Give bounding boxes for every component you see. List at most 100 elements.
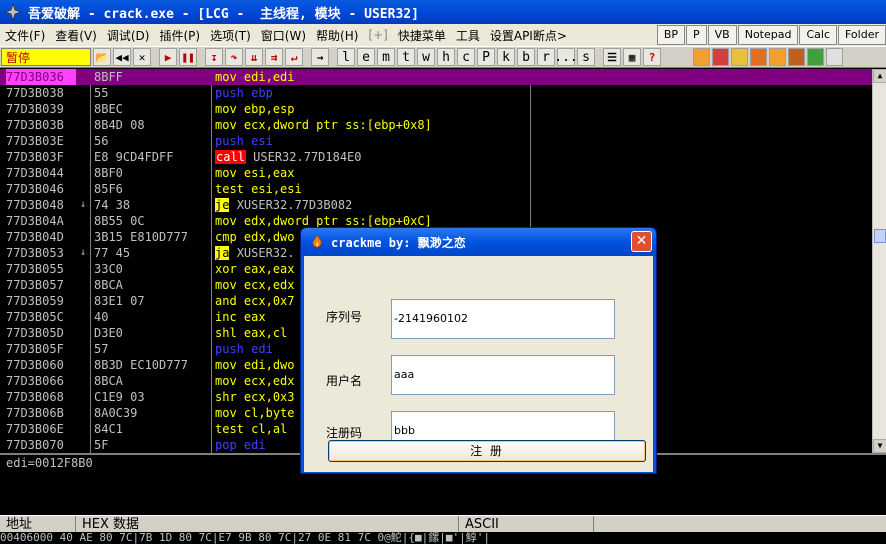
dump-header-ascii[interactable]: ASCII — [459, 516, 594, 532]
folder-button[interactable]: Folder — [838, 25, 886, 45]
disasm-operands: USER32.77D184E0 — [253, 150, 362, 164]
disasm-instruction: pop edi — [215, 437, 266, 453]
memory-map-button[interactable]: m — [377, 48, 395, 66]
windows-button[interactable]: w — [417, 48, 435, 66]
disasm-row[interactable]: 77D3B03B 8B4D 08 mov ecx,dword ptr ss:[ebp… — [0, 117, 872, 133]
scroll-up-icon[interactable]: ▲ — [873, 69, 886, 83]
handles-button[interactable]: h — [437, 48, 455, 66]
disasm-address: 77D3B070 — [6, 438, 64, 452]
menu-view[interactable]: 查看(V) — [50, 27, 102, 44]
disasm-opcode: push — [215, 134, 244, 148]
jump-arrow-icon: ↓ — [80, 247, 87, 258]
disasm-row[interactable]: 77D3B039 8BEC mov ebp,esp — [0, 101, 872, 117]
disasm-instruction: test cl,al — [215, 421, 287, 437]
app-icon — [4, 3, 22, 21]
disasm-instruction: push esi — [215, 133, 273, 149]
disasm-opcode: test — [215, 182, 244, 196]
help-icon[interactable]: ? — [643, 48, 661, 66]
go-to-icon[interactable]: → — [311, 48, 329, 66]
menu-file[interactable]: 文件(F) — [0, 27, 50, 44]
bp-button[interactable]: BP — [656, 25, 685, 45]
disasm-row[interactable]: 77D3B03E 56 push esi — [0, 133, 872, 149]
references-button[interactable]: r — [537, 48, 555, 66]
disasm-opcode: xor — [215, 262, 237, 276]
dump-header-address[interactable]: 地址 — [0, 516, 76, 532]
log-window-button[interactable]: l — [337, 48, 355, 66]
plugin-icon-3[interactable] — [731, 48, 748, 66]
menu-tools[interactable]: 工具 — [451, 27, 485, 44]
plugin-icon-2[interactable] — [712, 48, 729, 66]
disasm-row[interactable]: 77D3B046 85F6 test esi,esi — [0, 181, 872, 197]
plugin-icon-4[interactable] — [750, 48, 767, 66]
scroll-down-icon[interactable]: ▼ — [873, 439, 886, 453]
disasm-instruction: push edi — [215, 341, 273, 357]
dialog-close-button[interactable]: ✕ — [631, 231, 652, 252]
menu-plus[interactable]: [+] — [363, 28, 392, 42]
run-trace-button[interactable]: ... — [554, 48, 578, 66]
pause-icon[interactable]: ❚❚ — [179, 48, 197, 66]
dump-header-hex[interactable]: HEX 数据 — [76, 516, 459, 532]
executable-modules-button[interactable]: e — [357, 48, 375, 66]
scroll-thumb[interactable] — [874, 229, 886, 243]
title-bar: 吾爱破解 - crack.exe - [LCG - 主线程, 模块 - USER… — [0, 0, 886, 24]
disasm-row[interactable]: 77D3B048 ↓ 74 38 je XUSER32.77D3B082 — [0, 197, 872, 213]
trace-into-icon[interactable]: ⇊ — [245, 48, 263, 66]
menu-shortcut[interactable]: 快捷菜单 — [393, 27, 451, 44]
disasm-row[interactable]: 77D3B03F E8 9CD4FDFF call USER32.77D184E0 — [0, 149, 872, 165]
register-button[interactable]: 注 册 — [328, 440, 646, 462]
list-icon[interactable]: ☰ — [603, 48, 621, 66]
menu-plugins[interactable]: 插件(P) — [154, 27, 205, 44]
execute-till-return-icon[interactable]: ↵ — [285, 48, 303, 66]
disasm-row[interactable]: 77D3B038 55 push ebp — [0, 85, 872, 101]
disasm-operands: ecx,edx — [243, 374, 295, 388]
p-button[interactable]: P — [686, 25, 707, 45]
open-icon[interactable]: 📂 — [93, 48, 111, 66]
vb-button[interactable]: VB — [707, 25, 737, 45]
notepad-button[interactable]: Notepad — [737, 25, 799, 45]
plugin-icon-1[interactable] — [693, 48, 710, 66]
patches-button[interactable]: P — [477, 48, 495, 66]
crackme-dialog: crackme by: 飘渺之恋 ✕ 序列号 -2141960102 用户名 a… — [300, 227, 657, 474]
username-field[interactable]: aaa — [391, 355, 615, 395]
disassembly-scrollbar[interactable]: ▲ ▼ — [872, 69, 886, 453]
disasm-hex: 8BEC — [94, 102, 123, 116]
cpu-button[interactable]: c — [457, 48, 475, 66]
disasm-instruction: xor eax,eax — [215, 261, 295, 277]
disasm-hex: 33C0 — [94, 262, 123, 276]
disasm-operands: esi,esi — [251, 182, 302, 196]
close-icon[interactable]: ✕ — [133, 48, 151, 66]
disasm-instruction: mov ecx,edx — [215, 277, 295, 293]
calc-button[interactable]: Calc — [799, 25, 837, 45]
menu-help[interactable]: 帮助(H) — [311, 27, 363, 44]
grid-icon[interactable]: ▦ — [623, 48, 641, 66]
disasm-hex: 55 — [94, 86, 109, 100]
menu-options[interactable]: 选项(T) — [205, 27, 256, 44]
dump-row[interactable]: 00406000 40 AE 80 7C|7B 1D 80 7C|E7 9B 8… — [0, 532, 886, 544]
plugin-icon-7[interactable] — [807, 48, 824, 66]
disasm-row[interactable]: 77D3B036 8BFF mov edi,edi — [0, 69, 872, 85]
step-into-icon[interactable]: ↧ — [205, 48, 223, 66]
serial-field[interactable]: -2141960102 — [391, 299, 615, 339]
disasm-instruction: and ecx,0x7 — [215, 293, 295, 309]
disasm-opcode: shl — [215, 326, 237, 340]
disasm-row[interactable]: 77D3B044 8BF0 mov esi,eax — [0, 165, 872, 181]
menu-debug[interactable]: 调试(D) — [102, 27, 155, 44]
menu-window[interactable]: 窗口(W) — [256, 27, 311, 44]
call-stack-button[interactable]: k — [497, 48, 515, 66]
disasm-address: 77D3B06B — [6, 406, 64, 420]
dialog-title-bar[interactable]: crackme by: 飘渺之恋 ✕ — [301, 228, 656, 256]
run-icon[interactable]: ▶ — [159, 48, 177, 66]
plugin-icon-5[interactable] — [769, 48, 786, 66]
trace-over-icon[interactable]: ⇉ — [265, 48, 283, 66]
rewind-icon[interactable]: ◀◀ — [113, 48, 131, 66]
disasm-address: 77D3B066 — [6, 374, 64, 388]
breakpoints-button[interactable]: b — [517, 48, 535, 66]
plugin-icon-6[interactable] — [788, 48, 805, 66]
menu-set-api-breakpoint[interactable]: 设置API断点> — [485, 27, 572, 44]
disasm-instruction: ja XUSER32. — [215, 245, 294, 261]
disasm-opcode: mov — [215, 118, 237, 132]
threads-button[interactable]: t — [397, 48, 415, 66]
step-over-icon[interactable]: ↷ — [225, 48, 243, 66]
source-button[interactable]: s — [577, 48, 595, 66]
plugin-icon-8[interactable] — [826, 48, 843, 66]
